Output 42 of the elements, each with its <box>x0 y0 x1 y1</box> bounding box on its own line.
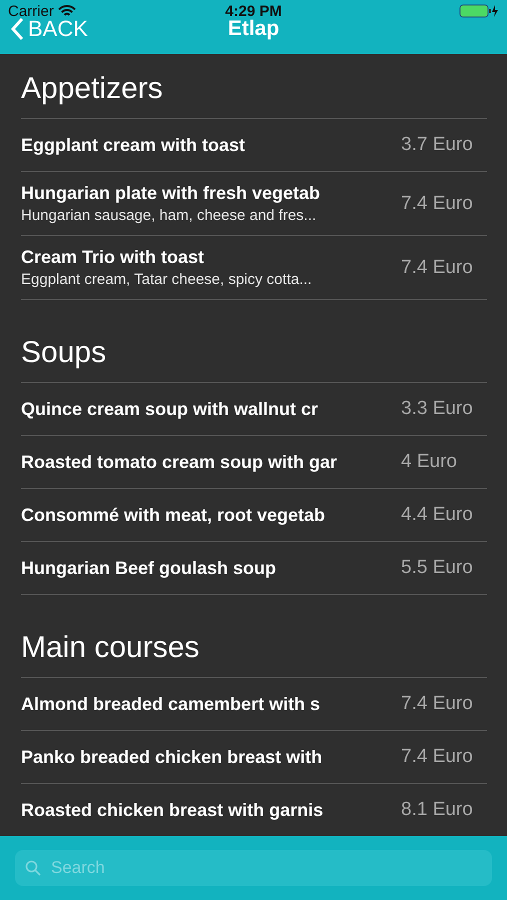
menu-item-row[interactable]: Hungarian plate with fresh vegetab Hungarian sausage, ham, cheese and fres... 7.4 Euro <box>21 172 487 236</box>
battery-icon <box>459 4 499 18</box>
section-header: Appetizers <box>21 72 164 106</box>
dish-price: 4 Euro <box>400 451 458 473</box>
dish-name: Panko breaded chicken breast with <box>21 746 324 768</box>
menu-item-row[interactable]: Hungarian Beef goulash soup 5.5 Euro <box>21 542 487 595</box>
menu-item-row[interactable]: Eggplant cream with toast 3.7 Euro <box>21 119 487 172</box>
dish-name: Almond breaded camembert with s <box>21 694 322 714</box>
dish-price: 3.3 Euro <box>400 398 474 420</box>
chevron-left-icon <box>10 17 24 41</box>
clock-time: 4:29 PM <box>225 2 282 20</box>
dish-description: Hungarian sausage, ham, cheese and fres... <box>21 207 318 224</box>
dish-price: 5.5 Euro <box>400 557 474 579</box>
dish-name: Hungarian Beef goulash soup <box>21 558 278 578</box>
wifi-icon <box>58 4 76 18</box>
search-icon <box>25 860 41 876</box>
dish-name: Consommé with meat, root vegetab <box>21 504 326 526</box>
menu-item-row[interactable]: Cream Trio with toast Eggplant cream, Tatar cheese, spicy cotta... 7.4 Euro <box>21 236 487 300</box>
menu-item-row[interactable]: Panko breaded chicken breast with 7.4 Euro <box>21 731 487 784</box>
dish-price: 7.4 Euro <box>400 192 474 214</box>
dish-name: Eggplant cream with toast <box>21 134 246 156</box>
dish-price: 8.1 Euro <box>400 799 474 821</box>
menu-item-row[interactable]: Quince cream soup with wallnut cr 3.3 Euro <box>21 383 487 436</box>
dish-price: 4.4 Euro <box>400 504 474 526</box>
dish-price: 7.4 Euro <box>400 746 474 768</box>
dish-name: Quince cream soup with wallnut cr <box>21 398 320 420</box>
menu-item-row[interactable]: Almond breaded camembert with s 7.4 Euro <box>21 678 487 731</box>
section-header: Main courses <box>21 631 200 665</box>
dish-name: Cream Trio with toast <box>21 247 206 268</box>
section-header: Soups <box>21 336 108 370</box>
dish-price: 7.4 Euro <box>400 256 474 278</box>
carrier-label: Carrier <box>8 2 54 20</box>
screen-title: Etlap <box>228 16 280 42</box>
dish-price: 3.7 Euro <box>400 134 474 156</box>
search-field[interactable]: Search <box>15 850 492 886</box>
dish-price: 7.4 Euro <box>400 693 474 715</box>
dish-name: Hungarian plate with fresh vegetab <box>21 183 322 204</box>
dish-name: Roasted chicken breast with garnis <box>21 800 324 820</box>
menu-item-row[interactable]: Roasted tomato cream soup with gar 4 Euro <box>21 436 487 489</box>
dish-name: Roasted tomato cream soup with gar <box>21 452 338 472</box>
menu-item-row[interactable]: Consommé with meat, root vegetab 4.4 Euro <box>21 489 487 542</box>
dish-description: Eggplant cream, Tatar cheese, spicy cotta... <box>21 271 313 288</box>
